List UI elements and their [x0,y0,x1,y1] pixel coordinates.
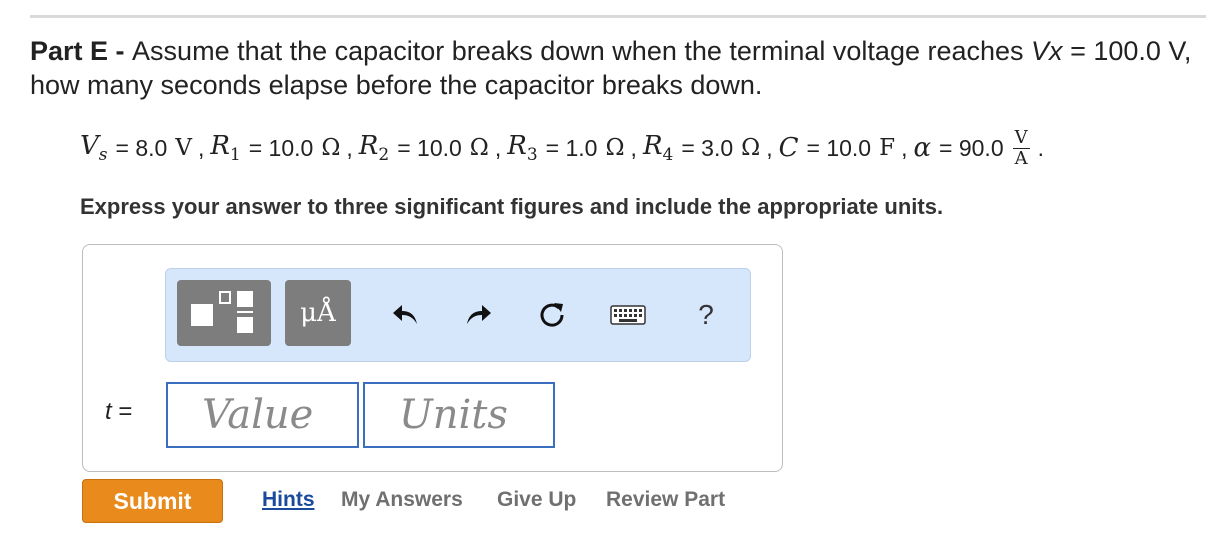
vs-value: = 8.0 [115,134,168,161]
r1-value: = 10.0 [248,134,314,161]
part-label: Part E [30,36,109,66]
r3-symbol: R3 [507,131,538,165]
alpha-unit-fraction: VA [1012,126,1030,169]
alpha-value: = 90.0 [939,134,1004,161]
r3-unit: Ω [605,135,625,161]
alpha-symbol: α [913,133,932,163]
comma: , [346,134,353,161]
keyboard-icon [610,305,646,325]
question-text: Part E - Assume that the capacitor break… [30,34,1200,102]
give-up-link[interactable]: Give Up [497,488,576,512]
units-input[interactable]: Units [363,382,555,448]
hints-link[interactable]: Hints [262,488,315,512]
redo-icon [467,305,491,324]
c-symbol: C [778,133,799,163]
reset-icon [540,303,564,327]
r2-unit: Ω [469,135,489,161]
c-unit: F [879,135,896,161]
r2-value: = 10.0 [397,134,462,161]
help-button[interactable]: ? [688,297,724,333]
comma: , [766,134,773,161]
given-values: Vs = 8.0 V , R1 = 10.0 Ω , R2 = 10.0 Ω , R3… [80,118,1050,178]
comma: , [494,134,502,161]
r3-value: = 1.0 [545,134,598,161]
submit-button[interactable]: Submit [82,479,223,523]
vx-symbol: Vx [1031,36,1063,66]
review-part-link[interactable]: Review Part [606,488,725,512]
my-answers-link[interactable]: My Answers [341,488,463,512]
units-icon: μÅ [300,298,336,328]
r4-value: = 3.0 [681,134,734,161]
templates-button[interactable] [177,280,271,346]
answer-instruction: Express your answer to three significant… [80,194,944,219]
answer-variable-label: t = [105,398,132,426]
undo-button[interactable] [388,297,424,333]
answer-variable: t [105,398,112,425]
math-toolbar: μÅ ? [165,268,751,362]
r4-unit: Ω [741,135,761,161]
vs-symbol: Vs [80,131,108,165]
part-dash: - [108,36,133,66]
undo-icon [393,305,417,324]
r1-symbol: R1 [210,131,241,165]
keyboard-button[interactable] [610,297,646,333]
question-text-before: Assume that the capacitor breaks down wh… [132,36,1032,66]
comma: , [630,134,637,161]
alpha-unit-denominator: A [1014,147,1028,169]
comma: , [197,134,205,161]
comma: , [901,134,908,161]
r2-symbol: R2 [358,131,390,165]
r4-symbol: R4 [642,131,674,165]
period: . [1037,134,1045,161]
top-divider [30,15,1206,18]
redo-button[interactable] [460,297,496,333]
reset-button[interactable] [534,297,570,333]
vs-unit: V [175,135,192,161]
alpha-unit-numerator: V [1012,126,1030,149]
units-button[interactable]: μÅ [285,280,351,346]
c-value: = 10.0 [806,134,872,161]
help-icon: ? [698,299,714,330]
r1-unit: Ω [321,135,341,161]
value-input[interactable]: Value [166,382,359,448]
answer-equals: = [118,398,133,425]
